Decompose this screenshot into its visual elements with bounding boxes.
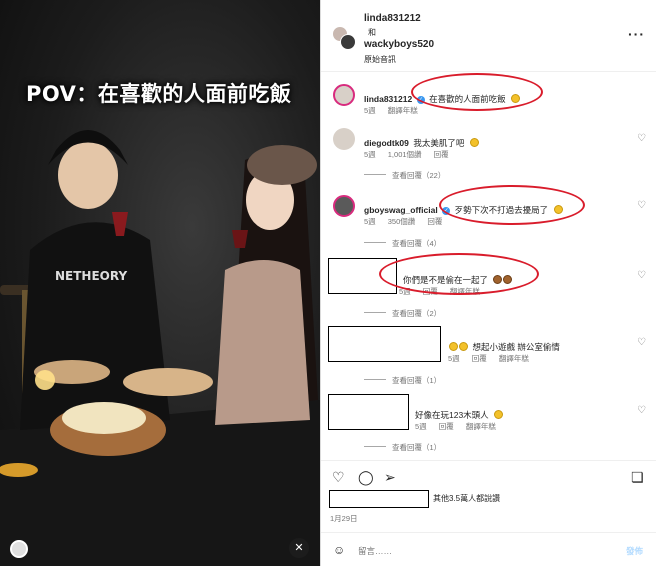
comment-likes[interactable]: 1,001個讚 [388, 150, 422, 159]
emoji-icon [449, 342, 458, 351]
collab-username[interactable]: wackyboys520 [364, 39, 434, 50]
redaction-box [329, 490, 429, 508]
author-username[interactable]: linda831212 [364, 13, 421, 24]
muted-speaker-icon[interactable]: ✕ [289, 538, 309, 558]
heart-icon[interactable]: ♡ [637, 270, 646, 281]
collab-connector: 和 [368, 28, 376, 37]
view-replies-button[interactable]: 查看回覆（4） [364, 238, 441, 249]
svg-text:NETHEORY: NETHEORY [55, 269, 127, 283]
emoji-icon [494, 410, 504, 419]
annotation-oval [439, 185, 585, 225]
video-player[interactable]: NETHEORY POV：在喜歡的人面前吃飯 ✕ [0, 0, 320, 566]
comment-likes[interactable]: 350個讚 [388, 217, 416, 226]
comment-input[interactable]: 留言…… [358, 545, 392, 557]
comment-time: 5週 [415, 422, 427, 431]
comment-username[interactable]: gboyswag_official [364, 205, 438, 215]
comment-icon[interactable]: ◯ [358, 469, 374, 486]
avatar [340, 34, 356, 50]
heart-icon[interactable]: ♡ [637, 337, 646, 348]
see-translation-link[interactable]: 翻譯年糕 [499, 354, 529, 363]
redaction-box [328, 326, 441, 362]
emoji-icon [459, 342, 468, 351]
smile-icon[interactable]: ☺ [333, 543, 345, 557]
post-header: linda831212 和 wackyboys520 原始音訊 ··· [321, 0, 656, 72]
reply-button[interactable]: 回覆 [427, 217, 442, 226]
see-translation-link[interactable]: 翻譯年糕 [466, 422, 496, 431]
post-date: 1月29日 [330, 514, 358, 523]
avatar[interactable] [333, 195, 355, 217]
comment-username[interactable]: diegodtk09 [364, 138, 409, 148]
post-action-bar: ♡ ◯ ➢ ❏ [321, 460, 656, 490]
bookmark-icon[interactable]: ❏ [631, 469, 644, 486]
collab-avatars[interactable] [332, 26, 356, 50]
reply-button[interactable]: 回覆 [434, 150, 449, 159]
comment-time: 5週 [364, 217, 376, 226]
view-replies-button[interactable]: 查看回覆（22） [364, 170, 445, 181]
heart-icon[interactable]: ♡ [332, 469, 345, 486]
comment-composer: ☺ 留言…… 發佈 [321, 532, 656, 566]
reply-button[interactable]: 回覆 [472, 354, 487, 363]
heart-icon[interactable]: ♡ [637, 133, 646, 144]
view-replies-button[interactable]: 查看回覆（1） [364, 375, 441, 386]
comment-username[interactable]: linda831212 [364, 94, 412, 104]
comment-time: 5週 [364, 150, 376, 159]
post-comment-button[interactable]: 發佈 [626, 545, 643, 557]
redaction-box [328, 394, 409, 430]
comment-time: 5週 [364, 106, 376, 115]
comment-text: 好像在玩123木頭人 [415, 410, 489, 420]
emoji-icon [469, 138, 479, 147]
comment-time: 5週 [448, 354, 460, 363]
profile-avatar[interactable] [10, 540, 28, 558]
avatar[interactable] [333, 128, 355, 150]
comment-text: 我太美肌了吧 [413, 138, 465, 148]
avatar[interactable] [333, 84, 355, 106]
view-replies-button[interactable]: 查看回覆（2） [364, 308, 441, 319]
see-translation-link[interactable]: 翻譯年糕 [388, 106, 418, 115]
post-panel: linda831212 和 wackyboys520 原始音訊 ··· lind… [320, 0, 656, 566]
annotation-oval [411, 73, 543, 111]
reply-button[interactable]: 回覆 [439, 422, 454, 431]
original-audio-link[interactable]: 原始音訊 [364, 54, 396, 65]
view-replies-button[interactable]: 查看回覆（1） [364, 442, 441, 453]
more-horizontal-icon[interactable]: ··· [628, 26, 645, 42]
video-caption-overlay: POV：在喜歡的人面前吃飯 [26, 82, 292, 106]
comment-text: 想起小遊戲 辦公室偷情 [472, 342, 560, 352]
heart-icon[interactable]: ♡ [637, 200, 646, 211]
annotation-oval [379, 253, 539, 295]
likes-count-text[interactable]: 其他3.5萬人都說讚 [433, 493, 500, 504]
heart-icon[interactable]: ♡ [637, 405, 646, 416]
share-icon[interactable]: ➢ [384, 469, 396, 486]
